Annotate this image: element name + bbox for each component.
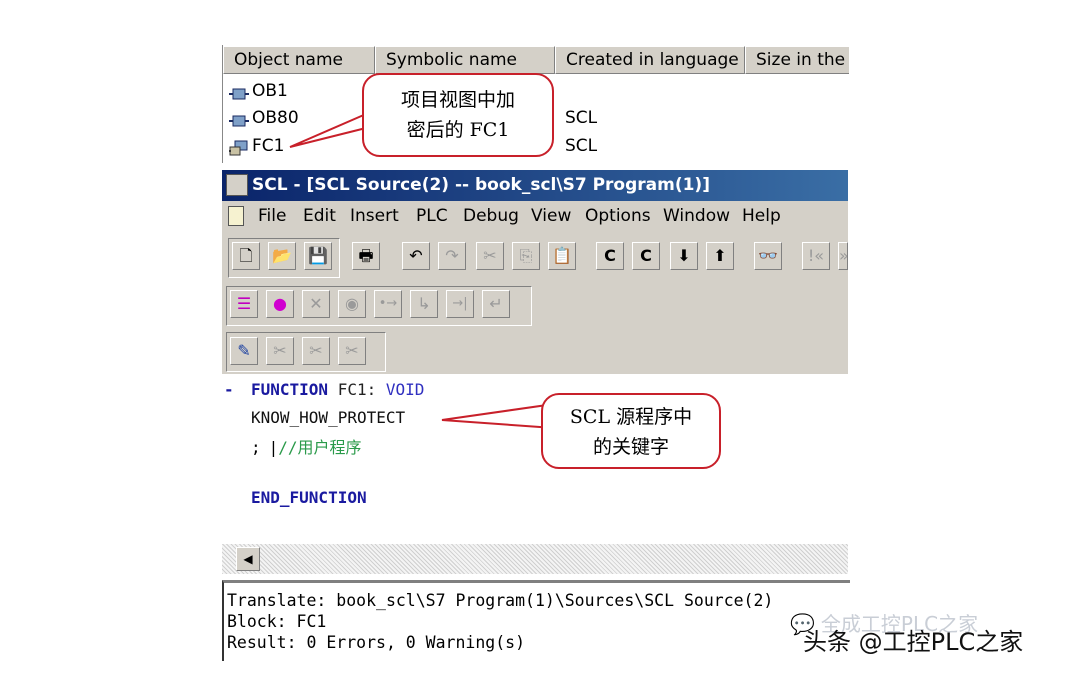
compile-icon[interactable]: C [596,242,624,270]
function-keyword: FUNCTION [251,380,329,399]
go-end-icon[interactable]: » [838,242,848,270]
protected-block-icon [229,139,249,156]
window-titlebar[interactable]: SCL - [SCL Source(2) -- book_scl\S7 Prog… [222,170,848,201]
object-language: SCL [565,108,598,128]
go-start-icon[interactable]: !« [802,242,830,270]
scl-app-icon[interactable] [226,174,248,196]
scroll-left-icon[interactable]: ◀ [236,547,260,571]
column-header-size[interactable]: Size in the w [745,46,849,74]
column-header-object-name[interactable]: Object name [223,46,375,74]
bookmark-next-icon[interactable]: ✂ [266,337,294,365]
callout-line: 项目视图中加 [400,89,515,111]
menu-edit[interactable]: Edit [303,201,336,231]
open-icon[interactable]: 📂 [268,242,296,270]
menu-file[interactable]: File [258,201,286,231]
return-type: VOID [376,380,425,399]
delete-breakpoints-icon[interactable]: ✕ [302,290,330,318]
output-line-block: Block: FC1 [227,612,327,631]
end-function-keyword: END_FUNCTION [251,488,367,507]
block-icon [229,84,249,100]
output-pane: Translate: book_scl\S7 Program(1)\Source… [222,580,850,661]
watermark: 头条 @工控PLC之家 [803,628,1024,656]
output-line-translate: Translate: book_scl\S7 Program(1)\Source… [227,591,774,610]
paste-icon[interactable]: 📋 [548,242,576,270]
menu-bar: File Edit Insert PLC Debug View Options … [222,201,848,231]
print-icon[interactable]: 🖶 [352,242,380,270]
breakpoint-list-icon[interactable]: ☰ [230,290,258,318]
monitor-icon[interactable]: 👓 [754,242,782,270]
document-icon[interactable] [228,206,244,226]
column-header-created-language[interactable]: Created in language [555,46,745,74]
object-name: OB1 [252,81,288,101]
callout-project-view: 项目视图中加 密后的 FC1 [362,73,554,157]
download-icon[interactable]: ⬇ [670,242,698,270]
menu-window[interactable]: Window [663,201,730,231]
callout-line: 密后的 FC1 [406,119,510,141]
know-how-protect-keyword: KNOW_HOW_PROTECT [251,408,406,427]
run-to-cursor-icon[interactable]: ↵ [482,290,510,318]
statement-separator: ; [251,438,261,457]
bookmark-prev-icon[interactable]: ✂ [302,337,330,365]
set-breakpoint-icon[interactable]: ● [266,290,294,318]
next-breakpoint-icon[interactable]: •→ [374,290,402,318]
callout-keyword: SCL 源程序中 的关键字 [541,393,721,469]
function-name: FC1: [328,380,377,399]
code-line-function: FUNCTION FC1: VOID [251,380,424,399]
menu-help[interactable]: Help [742,201,781,231]
step-into-icon[interactable]: →| [446,290,474,318]
bookmark-clear-icon[interactable]: ✂ [338,337,366,365]
undo-icon[interactable]: ↶ [402,242,430,270]
compile-all-icon[interactable]: C [632,242,660,270]
bookmark-icon[interactable]: ✎ [230,337,258,365]
activate-breakpoint-icon[interactable]: ◉ [338,290,366,318]
menu-view[interactable]: View [531,201,571,231]
cut-icon[interactable]: ✂ [476,242,504,270]
code-comment: //用户程序 [278,438,362,457]
output-line-result: Result: 0 Errors, 0 Warning(s) [227,633,526,652]
callout-pointer [289,113,367,148]
save-icon[interactable]: 💾 [304,242,332,270]
upload-icon[interactable]: ⬆ [706,242,734,270]
menu-debug[interactable]: Debug [463,201,519,231]
new-icon[interactable]: 🗋 [232,242,260,270]
menu-options[interactable]: Options [585,201,651,231]
menu-insert[interactable]: Insert [350,201,399,231]
fold-marker[interactable]: - [224,380,234,399]
object-language: SCL [565,136,598,156]
horizontal-scrollbar[interactable]: ◀ [222,544,848,574]
redo-icon[interactable]: ↷ [438,242,466,270]
step-over-icon[interactable]: ↳ [410,290,438,318]
block-icon [229,111,249,127]
callout-line: SCL 源程序中 [569,406,693,428]
menu-plc[interactable]: PLC [416,201,448,231]
column-header-symbolic-name[interactable]: Symbolic name [375,46,555,74]
copy-icon[interactable]: ⎘ [512,242,540,270]
code-line-comment: ; |//用户程序 [251,438,362,457]
window-title: SCL - [SCL Source(2) -- book_scl\S7 Prog… [252,175,710,195]
callout-line: 的关键字 [592,436,669,458]
